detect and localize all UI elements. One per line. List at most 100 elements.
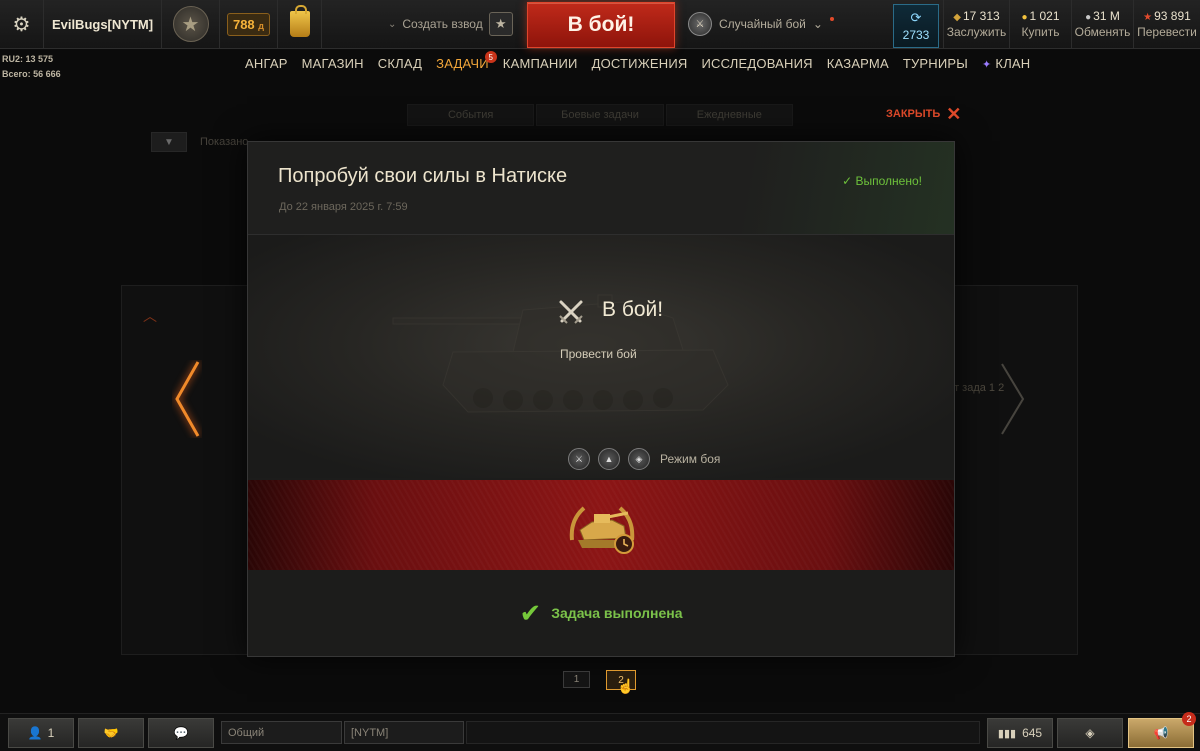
rank-button[interactable]: ★ [162, 0, 220, 48]
bonds-label: Заслужить [946, 25, 1007, 39]
tank-badge-reward-icon[interactable] [566, 500, 638, 556]
handshake-button[interactable]: 🤝 [78, 718, 144, 748]
tank-silhouette-image [392, 294, 729, 413]
onslaught-mode-icon: ◈ [628, 448, 650, 470]
mission-detail-modal: Попробуй свои силы в Натиске До 22 январ… [247, 141, 955, 657]
gold-icon: ● [1021, 12, 1028, 23]
silver-icon: ● [1085, 12, 1092, 23]
main-menu: АНГАР МАГАЗИН СКЛАД ЗАДАЧИ 5 КАМПАНИИ ДО… [245, 51, 1030, 78]
next-arrow-button[interactable] [998, 362, 1028, 436]
free-xp-button[interactable]: ⟳ 2733 [893, 4, 939, 48]
server-online-line: RU2: 13 575 [2, 54, 54, 64]
missions-count-badge: 5 [484, 51, 497, 63]
session-stats-value: 645 [1022, 726, 1043, 740]
free-xp-value: 2733 [902, 28, 930, 42]
gold-button[interactable]: ● 1 021 Купить [1009, 0, 1071, 48]
missions-tabs: События Боевые задачи Ежедневные [407, 104, 793, 126]
bonds-button[interactable]: ◆ 17 313 Заслужить [943, 0, 1009, 48]
menu-item-campaigns[interactable]: КАМПАНИИ [503, 56, 578, 78]
page-button-1[interactable]: 1 [563, 671, 590, 688]
contacts-button[interactable]: 👤 1 [8, 718, 74, 748]
reserves-button[interactable]: ◈ [1057, 718, 1123, 748]
menu-item-depot[interactable]: СКЛАД [378, 56, 422, 78]
chat-channel-clan[interactable]: [NYTM] [344, 721, 464, 744]
create-platoon-button[interactable]: ⌄ Создать взвод ★ [388, 0, 513, 48]
bonds-value: 17 313 [963, 9, 1000, 23]
condition-title: В бой! [602, 298, 664, 321]
diamond-icon: ◈ [1085, 726, 1095, 740]
handshake-icon: 🤝 [103, 726, 119, 740]
background-pager-text: нт зада 1 2 [948, 382, 1005, 394]
free-xp-icon: ⟳ [910, 10, 922, 25]
chat-channel-general[interactable]: Общий [221, 721, 342, 744]
chat-message-area[interactable] [466, 721, 980, 744]
menu-item-missions[interactable]: ЗАДАЧИ 5 [436, 51, 497, 78]
tab-events[interactable]: События [407, 104, 535, 126]
chevron-down-icon: ⌄ [812, 17, 823, 31]
condition-description: Провести бой [560, 347, 637, 361]
session-stats-button[interactable]: ▮▮▮ 645 [987, 718, 1053, 748]
battle-modes: ⚔ ▲ ◈ Режим боя [568, 448, 720, 470]
bottom-bar: 👤 1 🤝 💬 Общий [NYTM] ▮▮▮ 645 ◈ 📢 2 [0, 712, 1200, 751]
reward-band [248, 480, 954, 570]
close-button[interactable]: ЗАКРЫТЬ ✕ [886, 104, 962, 124]
battle-button-label: В бой! [567, 13, 635, 36]
stats-bars-icon: ▮▮▮ [997, 727, 1017, 740]
player-name[interactable]: EvilBugs[NYTM] [44, 0, 162, 48]
modal-header: Попробуй свои силы в Натиске До 22 январ… [248, 142, 954, 235]
tab-daily[interactable]: Ежедневные [665, 104, 793, 126]
notifications-button[interactable]: 📢 2 [1128, 712, 1196, 748]
silver-button[interactable]: ● 31 M Обменять [1071, 0, 1133, 48]
total-online-line: Всего: 56 666 [2, 69, 61, 79]
mission-deadline: До 22 января 2025 г. 7:59 [279, 201, 408, 213]
platoon-star-icon: ★ [488, 12, 513, 36]
convert-value: 93 891 [1154, 9, 1191, 23]
checkmark-icon: ✔ [519, 598, 542, 628]
premium-days-unit: д [258, 20, 265, 31]
currencies-panel: ◆ 17 313 Заслужить ● 1 021 Купить ● 31 M Об… [943, 0, 1200, 48]
filter-button[interactable]: ▼ [151, 132, 187, 152]
battle-type-selector[interactable]: ⚔ Случайный бой ⌄ [688, 0, 834, 48]
ranked-battle-mode-icon: ▲ [598, 448, 620, 470]
menu-item-research[interactable]: ИССЛЕДОВАНИЯ [702, 56, 813, 78]
menu-item-clan-label: КЛАН [995, 56, 1031, 71]
close-label: ЗАКРЫТЬ [886, 108, 941, 120]
create-platoon-label: Создать взвод [402, 17, 483, 31]
menu-item-shop[interactable]: МАГАЗИН [302, 56, 364, 78]
menu-item-achievements[interactable]: ДОСТИЖЕНИЯ [592, 56, 688, 78]
new-indicator-dot [829, 17, 834, 21]
bond-icon: ◆ [953, 12, 961, 23]
rank-star-icon: ★ [172, 6, 209, 42]
chat-button[interactable]: 💬 [148, 718, 214, 748]
free-xp-convert-button[interactable]: ★ 93 891 Перевести [1133, 0, 1200, 48]
gold-label: Купить [1021, 25, 1060, 39]
silver-value: 31 M [1093, 9, 1120, 23]
contacts-count: 1 [47, 726, 55, 740]
premium-days-button[interactable]: 788 д [220, 0, 278, 48]
menu-item-barracks[interactable]: КАЗАРМА [827, 56, 889, 78]
settings-button[interactable]: ⚙ [0, 0, 44, 48]
shop-bag-button[interactable] [278, 0, 322, 48]
menu-item-clan[interactable]: ✦ КЛАН [982, 56, 1030, 78]
mission-status: ✓ Выполнено! [842, 174, 922, 188]
tab-combat-missions[interactable]: Боевые задачи [536, 104, 664, 126]
random-battle-mode-icon: ⚔ [568, 448, 590, 470]
menu-item-tournaments[interactable]: ТУРНИРЫ [903, 56, 968, 78]
close-icon: ✕ [946, 104, 962, 124]
gear-icon: ⚙ [12, 13, 31, 36]
server-online-info: RU2: 13 575 Всего: 56 666 [2, 52, 61, 82]
filter-icon: ▼ [164, 136, 174, 148]
mission-title: Попробуй свои силы в Натиске [278, 165, 568, 187]
battle-modes-label: Режим боя [660, 452, 721, 466]
notifications-count-badge: 2 [1182, 712, 1196, 726]
mission-condition-area: В бой! Провести бой ⚔ ▲ ◈ Режим боя [248, 235, 954, 478]
battle-button[interactable]: В бой! [527, 2, 675, 48]
clan-icon: ✦ [982, 59, 992, 71]
shopping-bag-icon [289, 5, 310, 37]
hand-cursor-icon: ☝ [617, 678, 635, 694]
filter-shown-text: Показано [200, 136, 249, 148]
menu-item-hangar[interactable]: АНГАР [245, 56, 288, 78]
task-complete-label: Задача выполнена [551, 605, 683, 621]
premium-badge: 788 д [226, 12, 271, 36]
previous-arrow-button[interactable] [172, 360, 202, 438]
